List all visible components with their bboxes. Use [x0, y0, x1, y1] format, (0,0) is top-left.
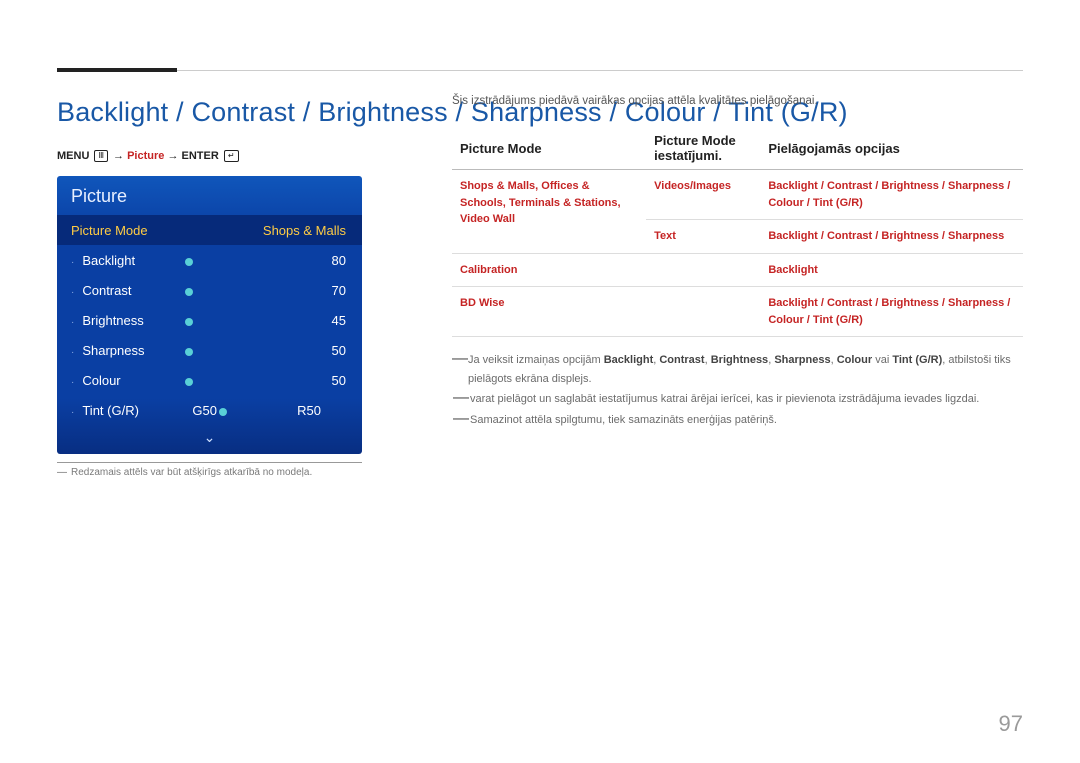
menu-icon: Ⅲ: [94, 150, 108, 162]
sharpness-label: Sharpness: [82, 343, 144, 358]
nav-section: Picture: [127, 150, 164, 162]
cell-opts-2: Backlight / Contrast / Brightness / Shar…: [768, 230, 1004, 242]
th-settings: Picture Mode iestatījumi.: [646, 127, 760, 170]
th-options: Pielāgojamās opcijas: [760, 127, 1023, 170]
table-row: Shops & Malls, Offices & Schools, Termin…: [452, 170, 1023, 220]
tint-label: Tint (G/R): [82, 403, 139, 418]
tint-right-value: R50: [293, 403, 323, 418]
table-row: Calibration Backlight: [452, 253, 1023, 287]
osd-row-colour[interactable]: ·Colour 50: [57, 365, 362, 395]
sharpness-value: 50: [259, 343, 348, 358]
brightness-value: 45: [259, 313, 348, 328]
tint-left-value: G50: [189, 403, 223, 418]
nav-menu-label: MENU: [57, 150, 89, 162]
page-top-rule: [57, 70, 1023, 71]
backlight-label: Backlight: [82, 253, 135, 268]
cell-calibration: Calibration: [460, 264, 517, 276]
osd-row-brightness[interactable]: ·Brightness 45: [57, 305, 362, 335]
osd-panel: Picture Picture Mode Shops & Malls ·Back…: [57, 176, 362, 454]
caption-rule: [57, 462, 362, 463]
cell-opts-4: Backlight / Contrast / Brightness / Shar…: [768, 297, 1010, 326]
cell-bdwise: BD Wise: [460, 297, 505, 309]
osd-row-picture-mode[interactable]: Picture Mode Shops & Malls: [57, 215, 362, 245]
chevron-down-icon[interactable]: ⌄: [57, 425, 362, 454]
intro-text: Šis izstrādājums piedāvā vairākas opcija…: [452, 95, 1023, 107]
colour-value: 50: [259, 373, 348, 388]
backlight-value: 80: [259, 253, 348, 268]
picture-mode-value: Shops & Malls: [189, 223, 348, 238]
cell-opts-3: Backlight: [768, 264, 818, 276]
page-number: 97: [999, 711, 1023, 737]
note-1: Ja veiksit izmaiņas opcijām Backlight, C…: [468, 351, 1023, 388]
note-2: varat pielāgot un saglabāt iestatījumus …: [470, 390, 979, 409]
options-table: Picture Mode Picture Mode iestatījumi. P…: [452, 127, 1023, 337]
brightness-label: Brightness: [82, 313, 143, 328]
osd-row-tint[interactable]: ·Tint (G/R) G50 R50: [57, 395, 362, 425]
cell-videos: Videos/Images: [654, 180, 731, 192]
notes-block: ― Ja veiksit izmaiņas opcijām Backlight,…: [452, 351, 1023, 430]
osd-row-backlight[interactable]: ·Backlight 80: [57, 245, 362, 275]
osd-row-sharpness[interactable]: ·Sharpness 50: [57, 335, 362, 365]
cell-opts-1: Backlight / Contrast / Brightness / Shar…: [768, 180, 1010, 209]
contrast-label: Contrast: [82, 283, 131, 298]
cell-text: Text: [654, 230, 676, 242]
contrast-value: 70: [259, 283, 348, 298]
table-row: BD Wise Backlight / Contrast / Brightnes…: [452, 287, 1023, 337]
page-top-rule-accent: [57, 68, 177, 72]
th-picture-mode: Picture Mode: [452, 127, 646, 170]
nav-enter-label: ENTER: [182, 150, 219, 162]
note-3: Samazinot attēla spilgtumu, tiek samazin…: [470, 411, 777, 430]
enter-icon: ↵: [224, 150, 239, 162]
colour-label: Colour: [82, 373, 120, 388]
picture-mode-label: Picture Mode: [71, 223, 189, 238]
cell-modes-group: Shops & Malls, Offices & Schools, Termin…: [460, 180, 621, 225]
osd-caption: ―Redzamais attēls var būt atšķirīgs atka…: [57, 467, 1023, 478]
osd-row-contrast[interactable]: ·Contrast 70: [57, 275, 362, 305]
osd-header: Picture: [57, 176, 362, 215]
